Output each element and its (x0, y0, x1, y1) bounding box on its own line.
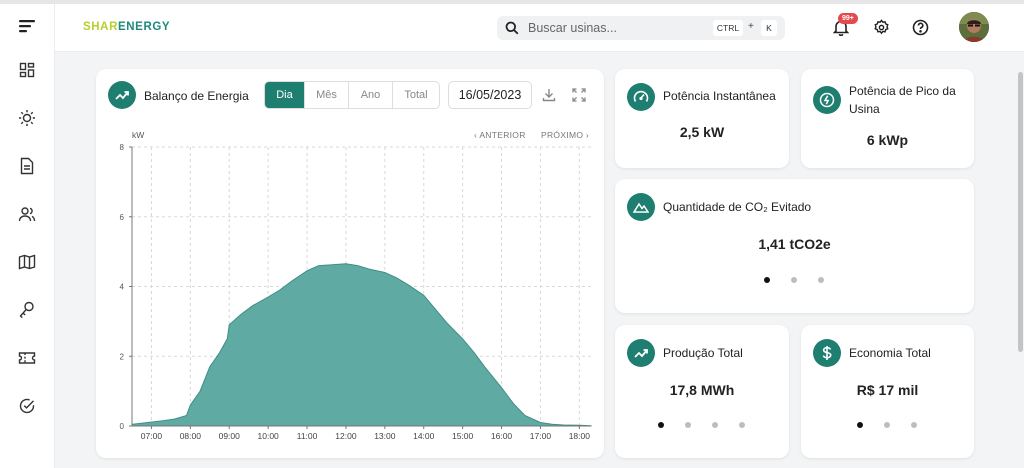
check-circle-icon[interactable] (17, 396, 37, 416)
co2-icon-wrap (627, 193, 655, 221)
help-icon[interactable] (911, 18, 929, 36)
total-savings-value: R$ 17 mil (856, 382, 919, 398)
instant-power-icon-wrap (627, 83, 655, 111)
dollar-icon (822, 346, 832, 360)
map-icon[interactable] (17, 252, 37, 272)
user-avatar[interactable] (959, 12, 989, 42)
peak-power-card: Potência de Pico da Usina 6 kWp (801, 69, 974, 168)
search-bar[interactable]: CTRL + K (497, 16, 785, 40)
carousel-dot[interactable] (658, 422, 664, 428)
energy-chart: 0 2 4 6 8 07:00 08:00 09:00 10:00 11:00 12:00 13:00… (120, 143, 592, 441)
bolt-circle-icon (819, 92, 835, 108)
y-tick-label: 4 (120, 283, 125, 292)
carousel-dot[interactable] (739, 422, 745, 428)
gear-icon[interactable] (872, 18, 890, 36)
x-tick-label: 18:00 (569, 431, 591, 441)
notification-badge: 99+ (838, 13, 858, 24)
shortcut-ctrl: CTRL (713, 20, 743, 36)
co2-card: Quantidade de CO₂ Evitado 1,41 tCO2e (615, 179, 974, 313)
carousel-dot[interactable] (818, 277, 824, 283)
carousel-dot[interactable] (884, 422, 890, 428)
search-icon (505, 21, 519, 35)
mountain-icon (633, 202, 649, 213)
instant-power-card: Potência Instantânea 2,5 kW (615, 69, 789, 168)
ticket-icon[interactable] (17, 348, 37, 368)
x-tick-label: 07:00 (141, 431, 163, 441)
total-production-value: 17,8 MWh (669, 382, 735, 398)
total-savings-title: Economia Total (849, 346, 931, 360)
gauge-icon (633, 90, 649, 102)
x-tick-label: 08:00 (180, 431, 202, 441)
brand-logo[interactable]: SHARENERGY (83, 21, 170, 33)
peak-power-value: 6 kWp (866, 132, 909, 148)
x-tick-label: 16:00 (491, 431, 513, 441)
instant-power-value: 2,5 kW (679, 124, 725, 140)
y-tick-label: 2 (120, 352, 125, 361)
x-tick-label: 14:00 (413, 431, 435, 441)
key-icon[interactable] (17, 300, 37, 320)
x-tick-label: 09:00 (219, 431, 241, 441)
x-tick-label: 11:00 (297, 431, 318, 441)
x-tick-label: 10:00 (258, 431, 280, 441)
carousel-dot[interactable] (911, 422, 917, 428)
sun-icon[interactable] (17, 108, 37, 128)
y-tick-label: 8 (120, 143, 125, 152)
energy-area-series (131, 263, 592, 427)
brand-part1: SHAR (83, 21, 118, 33)
document-icon[interactable] (17, 156, 37, 176)
co2-value: 1,41 tCO2e (758, 236, 831, 252)
scrollbar-thumb[interactable] (1018, 72, 1023, 352)
co2-title: Quantidade de CO₂ Evitado (663, 200, 812, 214)
total-production-title: Produção Total (663, 346, 743, 360)
x-tick-label: 13:00 (374, 431, 396, 441)
total-savings-icon-wrap (813, 339, 841, 367)
shortcut-plus: + (748, 21, 754, 32)
total-production-icon-wrap (627, 339, 655, 367)
instant-power-title: Potência Instantânea (663, 89, 776, 103)
peak-power-title-line1: Potência de Pico da (849, 84, 956, 98)
trend-up-icon (634, 349, 648, 358)
energy-balance-card: Balanço de Energia Dia Mês Ano Total 16/… (96, 69, 604, 458)
peak-power-title: Potência de Pico da Usina (849, 82, 956, 118)
total-production-card: Produção Total 17,8 MWh (615, 325, 789, 458)
carousel-dot[interactable] (791, 277, 797, 283)
search-input[interactable] (528, 21, 698, 35)
carousel-dot[interactable] (685, 422, 691, 428)
dashboard-icon[interactable] (17, 60, 37, 80)
peak-power-icon-wrap (813, 86, 841, 114)
y-tick-label: 0 (120, 422, 125, 431)
users-icon[interactable] (17, 204, 37, 224)
x-tick-label: 12:00 (335, 431, 357, 441)
menu-icon[interactable] (17, 16, 37, 36)
brand-part2: ENERGY (118, 21, 171, 33)
x-tick-label: 17:00 (530, 431, 552, 441)
top-header: SHARENERGY CTRL + K 99+ (55, 4, 1024, 52)
y-tick-label: 6 (120, 213, 125, 222)
carousel-dot[interactable] (764, 277, 770, 283)
carousel-dot[interactable] (712, 422, 718, 428)
carousel-dot[interactable] (857, 422, 863, 428)
total-savings-card: Economia Total R$ 17 mil (801, 325, 974, 458)
x-tick-label: 15:00 (452, 431, 474, 441)
peak-power-title-line2: Usina (849, 102, 880, 116)
shortcut-k: K (761, 20, 777, 36)
sidebar (0, 4, 55, 468)
